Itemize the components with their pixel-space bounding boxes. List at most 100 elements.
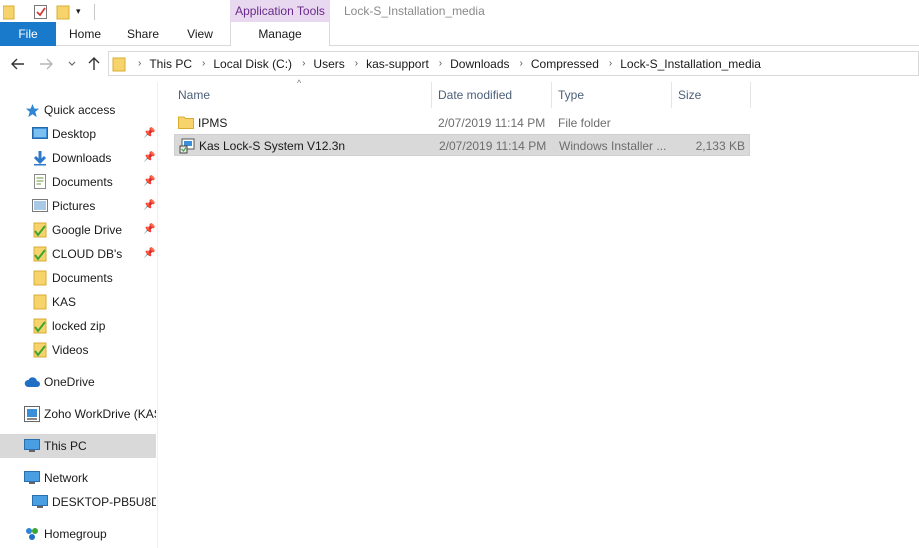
address-bar[interactable]: › This PC › Local Disk (C:) › Users › ka… xyxy=(108,51,919,76)
pin-icon[interactable]: 📌 xyxy=(143,176,155,187)
column-header-name[interactable]: Name xyxy=(174,82,430,108)
nav-item-desktop-computer[interactable]: DESKTOP-PB5U8DN xyxy=(32,490,156,514)
recent-locations-chevron-icon[interactable] xyxy=(64,56,80,72)
properties-icon[interactable] xyxy=(33,4,49,23)
nav-quick-access[interactable]: Quick access xyxy=(24,98,156,122)
tab-home[interactable]: Home xyxy=(56,22,114,46)
chevron-right-icon[interactable]: › xyxy=(439,58,442,69)
tab-share[interactable]: Share xyxy=(114,22,172,46)
nav-item-label: CLOUD DB's xyxy=(52,247,123,261)
nav-item-videos[interactable]: Videos xyxy=(32,338,156,362)
navigation-row: › This PC › Local Disk (C:) › Users › ka… xyxy=(0,48,919,80)
nav-item-label: OneDrive xyxy=(44,375,95,389)
folder-icon xyxy=(178,115,194,131)
network-icon xyxy=(24,470,40,486)
forward-arrow-icon[interactable] xyxy=(38,56,54,72)
folder-icon xyxy=(32,270,48,286)
documents-icon xyxy=(32,174,48,190)
nav-this-pc[interactable]: This PC xyxy=(0,434,156,458)
nav-item-cloud-dbs[interactable]: CLOUD DB's xyxy=(32,242,156,266)
zoho-drive-icon xyxy=(24,406,40,422)
pin-icon[interactable]: 📌 xyxy=(143,128,155,139)
folder-icon xyxy=(112,56,126,72)
download-arrow-icon xyxy=(32,150,48,166)
chevron-right-icon[interactable]: › xyxy=(520,58,523,69)
pictures-icon xyxy=(32,198,48,214)
file-size xyxy=(674,112,744,134)
window-title: Lock-S_Installation_media xyxy=(344,4,485,18)
chevron-right-icon[interactable]: › xyxy=(202,58,205,69)
tab-manage[interactable]: Manage xyxy=(230,22,330,46)
folder-check-icon xyxy=(32,246,48,262)
nav-item-kas[interactable]: KAS xyxy=(32,290,156,314)
nav-item-label: This PC xyxy=(44,439,87,453)
nav-item-documents-folder[interactable]: Documents xyxy=(32,266,156,290)
folder-icon xyxy=(2,4,15,23)
column-divider[interactable] xyxy=(750,82,751,108)
navigation-pane: Quick access Desktop Downloads Documents… xyxy=(0,82,158,548)
up-arrow-icon[interactable] xyxy=(86,56,102,72)
chevron-right-icon[interactable]: › xyxy=(609,58,612,69)
nav-item-label: Downloads xyxy=(52,151,112,165)
nav-item-label: Google Drive xyxy=(52,223,123,237)
file-row-kas-lock-s-installer[interactable]: Kas Lock-S System V12.3n 2/07/2019 11:14… xyxy=(174,134,750,156)
breadcrumb-downloads[interactable]: Downloads xyxy=(450,57,509,71)
back-arrow-icon[interactable] xyxy=(10,56,26,72)
file-type: File folder xyxy=(558,116,611,130)
customize-qat-icon[interactable]: ▾ xyxy=(76,6,81,17)
pin-icon[interactable]: 📌 xyxy=(143,248,155,259)
breadcrumb: › This PC › Local Disk (C:) › Users › ka… xyxy=(128,57,761,71)
title-bar: ▾ Application Tools Lock-S_Installation_… xyxy=(0,0,919,24)
file-name-cell: Kas Lock-S System V12.3n xyxy=(179,135,429,157)
breadcrumb-users[interactable]: Users xyxy=(313,57,344,71)
column-divider[interactable] xyxy=(431,82,432,108)
computer-icon xyxy=(32,494,48,510)
nav-item-desktop[interactable]: Desktop xyxy=(32,122,156,146)
chevron-right-icon[interactable]: › xyxy=(138,58,141,69)
folder-check-icon xyxy=(32,222,48,238)
pin-icon[interactable]: 📌 xyxy=(143,224,155,235)
file-date-modified: 2/07/2019 11:14 PM xyxy=(439,139,547,153)
star-icon xyxy=(24,102,40,118)
column-header-size[interactable]: Size xyxy=(674,82,750,108)
nav-item-label: DESKTOP-PB5U8DN xyxy=(52,495,156,509)
nav-item-google-drive[interactable]: Google Drive xyxy=(32,218,156,242)
qat-separator xyxy=(94,4,95,20)
nav-item-label: Documents xyxy=(52,271,113,285)
desktop-icon xyxy=(32,126,48,142)
file-name: Kas Lock-S System V12.3n xyxy=(199,139,346,153)
tab-file[interactable]: File xyxy=(0,22,56,46)
nav-item-label: Documents xyxy=(52,175,113,189)
nav-onedrive[interactable]: OneDrive xyxy=(24,370,156,394)
new-folder-icon[interactable] xyxy=(56,4,70,23)
chevron-right-icon[interactable]: › xyxy=(355,58,358,69)
column-header-type[interactable]: Type xyxy=(554,82,670,108)
tab-view[interactable]: View xyxy=(172,22,228,46)
column-divider[interactable] xyxy=(551,82,552,108)
breadcrumb-compressed[interactable]: Compressed xyxy=(531,57,599,71)
column-header-date-modified[interactable]: Date modified xyxy=(434,82,550,108)
folder-icon xyxy=(32,294,48,310)
file-row-ipms[interactable]: IPMS 2/07/2019 11:14 PM File folder xyxy=(174,112,750,134)
file-name-cell: IPMS xyxy=(178,112,428,134)
nav-network[interactable]: Network xyxy=(24,466,156,490)
file-type: Windows Installer ... xyxy=(559,139,667,153)
pin-icon[interactable]: 📌 xyxy=(143,200,155,211)
pin-icon[interactable]: 📌 xyxy=(143,152,155,163)
nav-item-label: Network xyxy=(44,471,89,485)
breadcrumb-current-folder[interactable]: Lock-S_Installation_media xyxy=(620,57,761,71)
nav-item-documents[interactable]: Documents xyxy=(32,170,156,194)
nav-item-downloads[interactable]: Downloads xyxy=(32,146,156,170)
cloud-icon xyxy=(24,374,40,390)
nav-item-label: locked zip xyxy=(52,319,106,333)
breadcrumb-local-disk[interactable]: Local Disk (C:) xyxy=(213,57,292,71)
nav-item-pictures[interactable]: Pictures xyxy=(32,194,156,218)
nav-item-label: Homegroup xyxy=(44,527,107,541)
breadcrumb-kas-support[interactable]: kas-support xyxy=(366,57,429,71)
nav-homegroup[interactable]: Homegroup xyxy=(24,522,156,546)
nav-item-locked-zip[interactable]: locked zip xyxy=(32,314,156,338)
nav-zoho-workdrive[interactable]: Zoho WorkDrive (KAS xyxy=(24,402,156,426)
breadcrumb-this-pc[interactable]: This PC xyxy=(149,57,192,71)
column-divider[interactable] xyxy=(671,82,672,108)
chevron-right-icon[interactable]: › xyxy=(302,58,305,69)
